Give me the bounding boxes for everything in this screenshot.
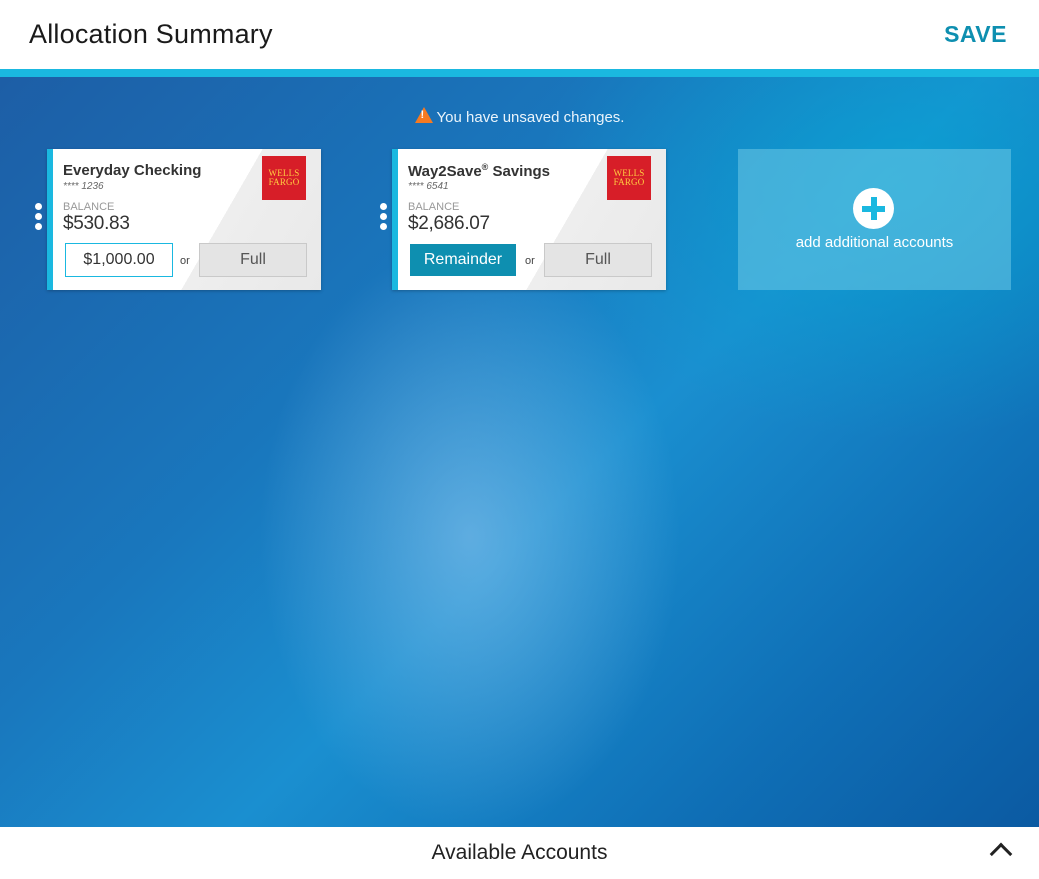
available-accounts-drawer[interactable]: Available Accounts — [0, 827, 1039, 879]
add-accounts-tile[interactable]: add additional accounts — [738, 149, 1011, 290]
chevron-up-icon[interactable] — [989, 842, 1013, 866]
full-button[interactable]: Full — [544, 243, 652, 277]
unsaved-changes-text: You have unsaved changes. — [436, 109, 625, 126]
account-card-checking: Everyday Checking **** 1236 BALANCE $530… — [47, 149, 321, 290]
balance-label: BALANCE — [408, 201, 460, 213]
account-name: Everyday Checking — [63, 162, 202, 179]
drag-handle-icon[interactable] — [35, 203, 43, 231]
header-bar: Allocation Summary SAVE — [0, 0, 1039, 69]
plus-circle-icon[interactable] — [853, 188, 894, 229]
page-title: Allocation Summary — [29, 19, 273, 49]
wells-fargo-logo: WELLS FARGO — [262, 156, 306, 200]
save-button[interactable]: SAVE — [944, 21, 1007, 48]
remainder-button[interactable]: Remainder — [410, 244, 516, 276]
account-card-savings: Way2Save® Savings **** 6541 BALANCE $2,6… — [392, 149, 666, 290]
or-label: or — [525, 255, 535, 267]
wells-fargo-logo: WELLS FARGO — [607, 156, 651, 200]
account-number: **** 6541 — [408, 181, 449, 192]
drag-handle-icon[interactable] — [380, 203, 388, 231]
full-button[interactable]: Full — [199, 243, 307, 277]
available-accounts-label[interactable]: Available Accounts — [432, 841, 608, 865]
allocation-canvas: You have unsaved changes. Everyday Check… — [0, 77, 1039, 827]
balance-value: $2,686.07 — [408, 213, 490, 234]
or-label: or — [180, 255, 190, 267]
account-number: **** 1236 — [63, 181, 104, 192]
add-accounts-label[interactable]: add additional accounts — [738, 234, 1011, 251]
warning-icon — [414, 107, 433, 123]
allocation-amount-input[interactable] — [65, 243, 173, 277]
header-accent-bar — [0, 69, 1039, 77]
balance-label: BALANCE — [63, 201, 115, 213]
unsaved-changes-notice: You have unsaved changes. — [0, 107, 1039, 126]
account-name: Way2Save® Savings — [408, 162, 551, 180]
balance-value: $530.83 — [63, 213, 130, 234]
